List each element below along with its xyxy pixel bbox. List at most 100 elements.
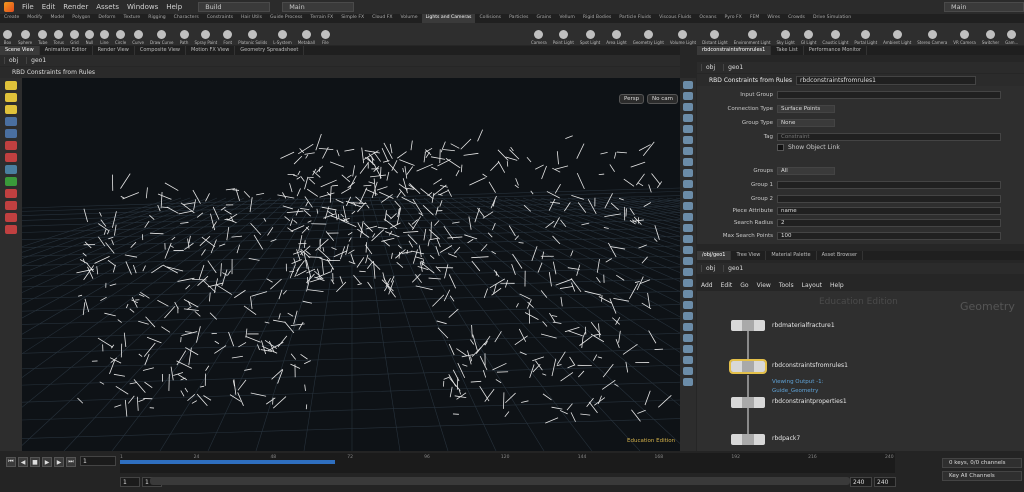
shelf-tool[interactable]: L-System xyxy=(270,24,295,45)
pane-tab[interactable]: Asset Browser xyxy=(817,251,864,260)
display-option-icon[interactable] xyxy=(683,378,693,386)
view-tool-icon[interactable] xyxy=(5,117,17,126)
shelf-tool[interactable]: Curve xyxy=(129,24,147,45)
shelf-tab[interactable]: Drive Simulation xyxy=(809,14,855,23)
shelf-tab[interactable]: Simple FX xyxy=(337,14,368,23)
jump-start-icon[interactable]: ⏮ xyxy=(6,457,16,467)
display-option-icon[interactable] xyxy=(683,158,693,166)
node-rbdconstraintproperties[interactable] xyxy=(731,397,765,408)
shelf-tool[interactable]: Distant Light xyxy=(699,24,731,45)
display-option-icon[interactable] xyxy=(683,334,693,342)
timeline-ruler[interactable]: 1 24 48 72 96 120 144 168 192 216 240 xyxy=(120,453,895,473)
shelf-tool[interactable]: Sky Light xyxy=(774,24,798,45)
desk-main-selector[interactable]: Main xyxy=(282,2,355,12)
shelf-tab[interactable]: Modify xyxy=(23,14,46,23)
param-field[interactable]: 100 xyxy=(777,232,1001,240)
jump-end-icon[interactable]: ⏭ xyxy=(66,457,76,467)
node-rbdpack[interactable] xyxy=(731,434,765,445)
right-desk-selector[interactable]: Main xyxy=(944,2,1024,12)
pane-tab[interactable]: Motion FX View xyxy=(186,46,236,55)
pane-tab[interactable]: Material Palette xyxy=(766,251,817,260)
shelf-tab[interactable]: Vellum xyxy=(555,14,579,23)
move-tool-icon[interactable] xyxy=(5,93,17,102)
shelf-tab[interactable]: Wires xyxy=(763,14,784,23)
magnet-4-icon[interactable] xyxy=(5,225,17,234)
params-path-obj[interactable]: obj xyxy=(701,64,719,71)
shelf-tool[interactable]: Portal Light xyxy=(851,24,880,45)
shelf-tab[interactable]: Oceans xyxy=(695,14,720,23)
shelf-tab[interactable]: Pyro FX xyxy=(720,14,745,23)
shelf-tool[interactable]: Circle xyxy=(112,24,129,45)
menu-edit[interactable]: Edit xyxy=(38,3,60,11)
network-menu-item[interactable]: Add xyxy=(697,282,717,289)
shelf-tab[interactable]: Lights and Cameras xyxy=(421,14,476,23)
display-option-icon[interactable] xyxy=(683,81,693,89)
current-frame-field[interactable]: 1 xyxy=(80,456,116,466)
shelf-tab[interactable]: Constraints xyxy=(203,14,237,23)
shelf-tool[interactable]: Grid xyxy=(67,24,82,45)
shelf-tab[interactable]: Guide Process xyxy=(266,14,306,23)
network-menu-item[interactable]: Go xyxy=(736,282,752,289)
start-frame-field[interactable]: 1 xyxy=(120,477,140,487)
display-option-icon[interactable] xyxy=(683,290,693,298)
display-option-icon[interactable] xyxy=(683,180,693,188)
persp-button[interactable]: Persp xyxy=(619,94,645,104)
key-all-channels-button[interactable]: Key All Channels xyxy=(942,471,1022,481)
handle-tool-icon[interactable] xyxy=(5,141,17,150)
shelf-tab[interactable]: Rigging xyxy=(144,14,169,23)
net-path-geo[interactable]: geo1 xyxy=(723,265,747,272)
display-option-icon[interactable] xyxy=(683,213,693,221)
network-menu-item[interactable]: Help xyxy=(826,282,848,289)
param-field[interactable]: name xyxy=(777,207,1001,215)
menu-render[interactable]: Render xyxy=(59,3,92,11)
shelf-tool[interactable]: Spray Paint xyxy=(192,24,221,45)
play-icon[interactable]: ▶ xyxy=(42,457,52,467)
menu-windows[interactable]: Windows xyxy=(123,3,162,11)
node-rbdconstraintsfromrules[interactable] xyxy=(729,359,767,374)
network-menu-item[interactable]: View xyxy=(753,282,775,289)
param-field[interactable]: 2 xyxy=(777,219,1001,227)
display-option-icon[interactable] xyxy=(683,345,693,353)
end-frame-field-2[interactable]: 240 xyxy=(874,477,896,487)
display-option-icon[interactable] xyxy=(683,312,693,320)
param-field[interactable] xyxy=(777,91,1001,99)
shelf-tab[interactable]: FEM xyxy=(746,14,764,23)
shelf-tool[interactable]: Line xyxy=(97,24,112,45)
magnet-2-icon[interactable] xyxy=(5,201,17,210)
pane-tab[interactable]: rbdconstraintsfromrules1 xyxy=(697,46,772,55)
network-editor[interactable]: Education Edition Geometry rbdmaterialfr… xyxy=(697,291,1024,451)
path-obj[interactable]: obj xyxy=(4,57,22,64)
shelf-tool[interactable]: Null xyxy=(82,24,97,45)
show-object-link-checkbox[interactable] xyxy=(777,143,784,151)
display-option-icon[interactable] xyxy=(683,202,693,210)
pose-tool-icon[interactable] xyxy=(5,129,17,138)
pane-tab[interactable]: Performance Monitor xyxy=(804,46,868,55)
stop-icon[interactable]: ■ xyxy=(30,457,40,467)
display-option-icon[interactable] xyxy=(683,235,693,243)
shelf-tool[interactable]: VR Camera xyxy=(950,24,978,45)
menu-assets[interactable]: Assets xyxy=(92,3,123,11)
net-path-obj[interactable]: obj xyxy=(701,265,719,272)
scene-viewport[interactable] xyxy=(22,78,680,451)
shelf-tool[interactable]: Ambient Light xyxy=(880,24,914,45)
node-name-field[interactable]: rbdconstraintsfromrules1 xyxy=(796,75,977,85)
pane-tab[interactable]: Scene View xyxy=(0,46,40,55)
shelf-tab[interactable]: Deform xyxy=(94,14,119,23)
shelf-tool[interactable]: Environment Light xyxy=(731,24,774,45)
step-back-icon[interactable]: ◀ xyxy=(18,457,28,467)
param-field[interactable]: All xyxy=(777,167,835,175)
group-tool-icon[interactable] xyxy=(5,177,17,186)
snap-tool-icon[interactable] xyxy=(5,153,17,162)
step-forward-icon[interactable]: ▶ xyxy=(54,457,64,467)
display-option-icon[interactable] xyxy=(683,268,693,276)
display-option-icon[interactable] xyxy=(683,323,693,331)
shelf-tab[interactable]: Viscous Fluids xyxy=(655,14,695,23)
shelf-tab[interactable]: Polygon xyxy=(68,14,94,23)
network-menu-item[interactable]: Layout xyxy=(798,282,826,289)
display-option-icon[interactable] xyxy=(683,169,693,177)
path-geo[interactable]: geo1 xyxy=(26,57,50,64)
pane-tab[interactable]: Tree View xyxy=(731,251,767,260)
display-option-icon[interactable] xyxy=(683,147,693,155)
shelf-tool[interactable]: Geometry Light xyxy=(630,24,667,45)
pane-tab[interactable]: Geometry Spreadsheet xyxy=(235,46,305,55)
